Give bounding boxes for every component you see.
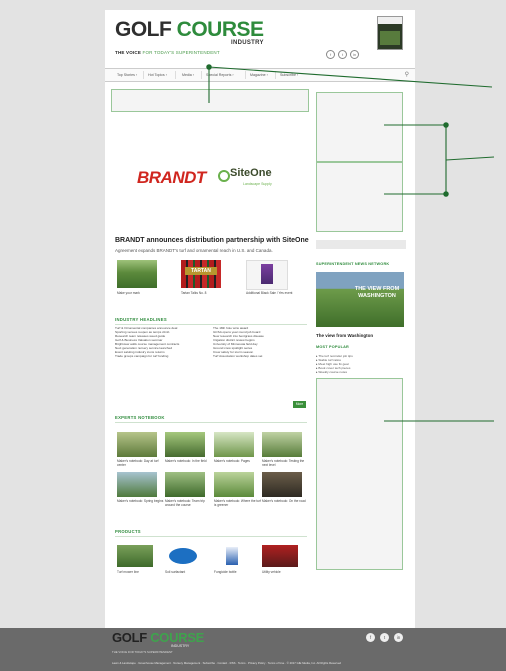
annotation-dot-leaderboard: [206, 64, 212, 70]
annotation-line-sidebar-ads: [445, 156, 495, 161]
annotation-dot-ad1: [443, 122, 449, 128]
annotation-overlay: [206, 64, 495, 422]
annotation-dot-ad2: [443, 191, 449, 197]
annotation-line-leaderboard: [208, 66, 493, 88]
